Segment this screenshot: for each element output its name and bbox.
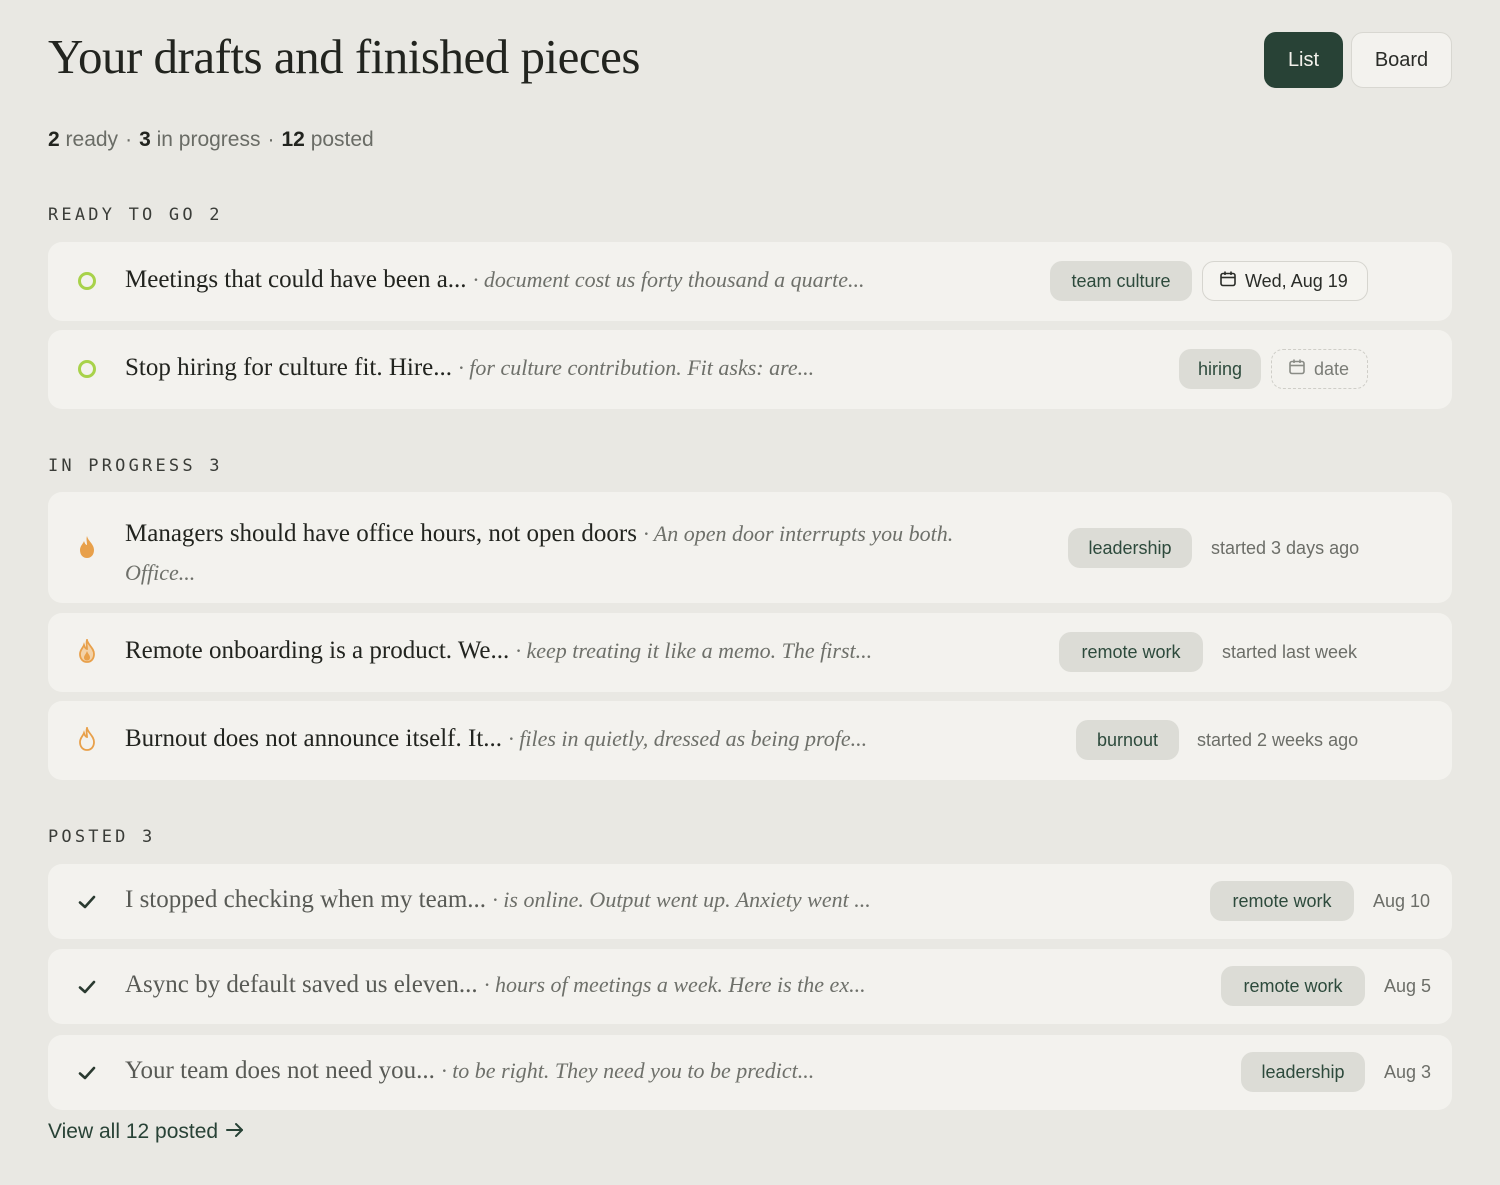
posted-date: Aug 5 (1384, 976, 1432, 996)
circle-outline-icon (76, 270, 98, 292)
row-text: Async by default saved us eleven... · ho… (125, 971, 866, 999)
draft-snippet-continued: Office... (125, 560, 196, 585)
draft-row-progress-2[interactable]: Remote onboarding is a product. We... · … (48, 613, 1452, 692)
section-title: IN PROGRESS (48, 456, 196, 476)
view-all-label: View all 12 posted (48, 1120, 219, 1143)
draft-title: I stopped checking when my team... (125, 886, 487, 913)
draft-snippet: · to be right. They need you to be predi… (441, 1058, 815, 1083)
view-all-posted-link[interactable]: View all 12 posted (48, 1120, 244, 1144)
draft-row-ready-1[interactable]: Meetings that could have been a... · doc… (48, 242, 1452, 321)
tag-chip[interactable]: burnout (1076, 720, 1179, 760)
tag-chip[interactable]: remote work (1221, 966, 1365, 1006)
calendar-icon (1219, 270, 1237, 293)
row-text: Stop hiring for culture fit. Hire... · f… (125, 354, 814, 382)
tag-chip[interactable]: leadership (1241, 1052, 1365, 1092)
posted-date: Aug 10 (1373, 891, 1431, 911)
draft-snippet: · for culture contribution. Fit asks: ar… (458, 355, 815, 380)
posted-count-label: posted (310, 128, 374, 151)
draft-title: Stop hiring for culture fit. Hire... (125, 354, 453, 381)
draft-row-ready-2[interactable]: Stop hiring for culture fit. Hire... · f… (48, 330, 1452, 409)
row-text: I stopped checking when my team... · is … (125, 886, 871, 914)
arrow-right-icon (226, 1120, 244, 1144)
progress-count: 3 (139, 128, 151, 151)
draft-snippet: · is online. Output went up. Anxiety wen… (492, 887, 871, 912)
draft-snippet: · files in quietly, dressed as being pro… (508, 726, 868, 751)
flame-icon (76, 727, 98, 751)
draft-title: Burnout does not announce itself. It... (125, 725, 503, 752)
section-label-ready: READY TO GO 2 (48, 205, 223, 225)
tag-chip[interactable]: remote work (1210, 881, 1354, 921)
row-text: Meetings that could have been a... · doc… (125, 266, 865, 294)
drafts-page: Your drafts and finished pieces List Boa… (48, 0, 1452, 1143)
started-time: started 2 weeks ago (1197, 730, 1359, 750)
summary-separator: · (125, 128, 133, 151)
section-title: POSTED (48, 827, 129, 847)
draft-row-progress-3[interactable]: Burnout does not announce itself. It... … (48, 701, 1452, 780)
section-count: 3 (209, 456, 223, 476)
started-time: started 3 days ago (1211, 538, 1360, 558)
draft-snippet: · An open door interrupts you both. (643, 521, 954, 546)
draft-snippet: · document cost us forty thousand a quar… (472, 267, 865, 292)
page-header: Your drafts and finished pieces List Boa… (48, 0, 1452, 110)
ready-count: 2 (48, 128, 60, 151)
page-title: Your drafts and finished pieces (48, 29, 640, 84)
section-title: READY TO GO (48, 205, 196, 225)
draft-snippet: · keep treating it like a memo. The firs… (515, 638, 873, 663)
row-text: Burnout does not announce itself. It... … (125, 725, 867, 753)
check-icon (76, 891, 98, 913)
check-icon (76, 1062, 98, 1084)
posted-count: 12 (281, 128, 305, 151)
started-time: started last week (1222, 642, 1358, 662)
progress-count-label: in progress (156, 128, 261, 151)
board-view-button[interactable]: Board (1351, 32, 1452, 88)
view-toggle: List Board (1264, 32, 1452, 88)
summary-separator: · (267, 128, 275, 151)
draft-row-posted-2[interactable]: Async by default saved us eleven... · ho… (48, 949, 1452, 1024)
section-count: 3 (142, 827, 156, 847)
circle-outline-icon (76, 358, 98, 380)
draft-title: Async by default saved us eleven... (125, 971, 478, 998)
tag-chip[interactable]: remote work (1059, 632, 1203, 672)
draft-title: Remote onboarding is a product. We... (125, 637, 510, 664)
row-text: Remote onboarding is a product. We... · … (125, 637, 872, 665)
calendar-icon (1288, 358, 1306, 381)
check-icon (76, 976, 98, 998)
section-label-posted: POSTED 3 (48, 827, 155, 847)
schedule-date-text: Wed, Aug 19 (1245, 270, 1348, 291)
row-text: Your team does not need you... · to be r… (125, 1057, 814, 1085)
schedule-date-chip-empty[interactable]: date (1271, 349, 1368, 389)
schedule-date-placeholder: date (1314, 358, 1350, 379)
section-count: 2 (209, 205, 223, 225)
draft-row-posted-1[interactable]: I stopped checking when my team... · is … (48, 864, 1452, 939)
posted-date: Aug 3 (1384, 1062, 1432, 1082)
draft-title: Managers should have office hours, not o… (125, 520, 637, 547)
draft-title: Meetings that could have been a... (125, 266, 467, 293)
ready-count-label: ready (65, 128, 119, 151)
flame-icon (76, 536, 98, 558)
tag-chip[interactable]: team culture (1050, 261, 1192, 301)
summary-counts: 2 ready · 3 in progress · 12 posted (48, 128, 374, 152)
schedule-date-chip[interactable]: Wed, Aug 19 (1202, 261, 1368, 301)
section-label-in-progress: IN PROGRESS 3 (48, 456, 223, 476)
row-text: Managers should have office hours, not o… (125, 514, 1025, 592)
flame-icon (76, 639, 98, 663)
tag-chip[interactable]: leadership (1068, 528, 1192, 568)
draft-snippet: · hours of meetings a week. Here is the … (483, 972, 866, 997)
draft-title: Your team does not need you... (125, 1057, 435, 1084)
tag-chip[interactable]: hiring (1179, 349, 1261, 389)
draft-row-progress-1[interactable]: Managers should have office hours, not o… (48, 492, 1452, 603)
list-view-button[interactable]: List (1264, 32, 1343, 88)
draft-row-posted-3[interactable]: Your team does not need you... · to be r… (48, 1035, 1452, 1110)
